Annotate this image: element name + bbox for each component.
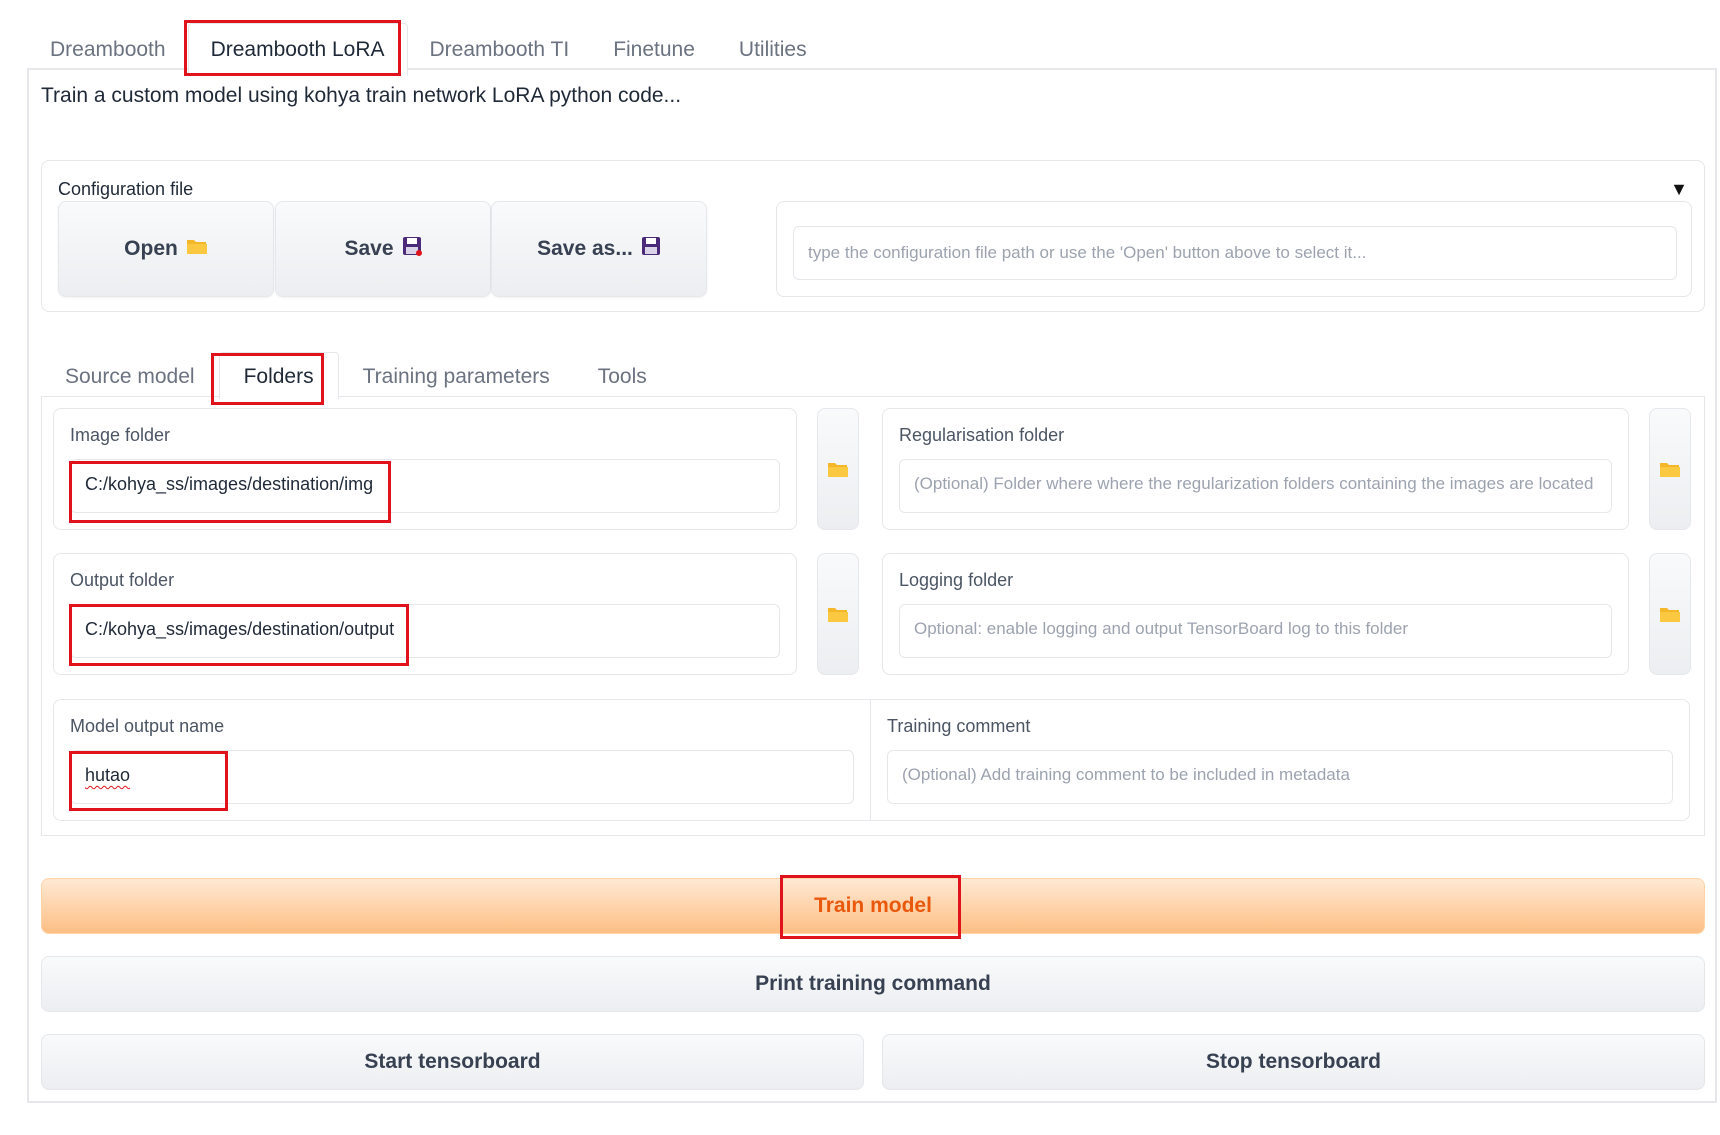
config-path-field: type the configuration file path or use … (776, 201, 1692, 297)
output-folder-field: Output folder C:/kohya_ss/images/destina… (53, 553, 797, 675)
train-model-button[interactable]: Train model (41, 878, 1705, 934)
save-config-button[interactable]: Save (275, 201, 491, 297)
configuration-file-section: Configuration file ▼ Open Save Save as..… (41, 160, 1705, 312)
save-label: Save (344, 237, 394, 260)
folders-panel: Image folder C:/kohya_ss/images/destinat… (41, 396, 1705, 836)
model-output-name-value: hutao (85, 765, 131, 785)
open-config-button[interactable]: Open (58, 201, 274, 297)
regularisation-folder-label: Regularisation folder (899, 425, 1065, 445)
image-folder-input[interactable]: C:/kohya_ss/images/destination/img (70, 459, 780, 513)
open-label: Open (124, 237, 178, 260)
logging-folder-label: Logging folder (899, 570, 1014, 590)
logging-folder-input[interactable]: Optional: enable logging and output Tens… (899, 604, 1612, 658)
model-output-name-input[interactable]: hutao (70, 750, 854, 804)
image-folder-browse-button[interactable] (817, 408, 859, 530)
folder-icon (186, 237, 208, 261)
dreambooth-lora-panel: Train a custom model using kohya train n… (27, 68, 1717, 1103)
regularisation-folder-input[interactable]: (Optional) Folder where where the regula… (899, 459, 1612, 513)
tab-folders[interactable]: Folders (218, 352, 339, 399)
output-folder-input[interactable]: C:/kohya_ss/images/destination/output (70, 604, 780, 658)
collapse-triangle-icon[interactable]: ▼ (1670, 179, 1688, 200)
folder-icon (828, 463, 848, 477)
regularisation-folder-field: Regularisation folder (Optional) Folder … (882, 408, 1629, 530)
tab-tools[interactable]: Tools (574, 365, 671, 399)
folder-icon (828, 608, 848, 622)
save-as-config-button[interactable]: Save as... (491, 201, 707, 297)
tab-dreambooth-lora[interactable]: Dreambooth LoRA (187, 23, 408, 76)
floppy-disk-icon (402, 236, 422, 262)
configuration-file-label: Configuration file (58, 179, 194, 199)
folder-icon (1660, 608, 1680, 622)
panel-description: Train a custom model using kohya train n… (41, 84, 682, 107)
sub-tab-bar: Source model Folders Training parameters… (41, 345, 671, 399)
tab-training-parameters[interactable]: Training parameters (339, 365, 574, 399)
model-output-name-label: Model output name (70, 716, 225, 736)
training-comment-field: Training comment (Optional) Add training… (870, 699, 1690, 821)
folder-icon (1660, 463, 1680, 477)
image-folder-field: Image folder C:/kohya_ss/images/destinat… (53, 408, 797, 530)
print-training-command-button[interactable]: Print training command (41, 956, 1705, 1012)
save-as-label: Save as... (537, 237, 633, 260)
tab-source-model[interactable]: Source model (41, 365, 219, 399)
config-path-input[interactable]: type the configuration file path or use … (793, 226, 1677, 280)
start-tensorboard-button[interactable]: Start tensorboard (41, 1034, 864, 1090)
stop-tensorboard-button[interactable]: Stop tensorboard (882, 1034, 1705, 1090)
image-folder-label: Image folder (70, 425, 171, 445)
logging-folder-field: Logging folder Optional: enable logging … (882, 553, 1629, 675)
floppy-disk-icon (641, 236, 661, 262)
output-folder-label: Output folder (70, 570, 175, 590)
logging-folder-browse-button[interactable] (1649, 553, 1691, 675)
output-folder-browse-button[interactable] (817, 553, 859, 675)
training-comment-input[interactable]: (Optional) Add training comment to be in… (887, 750, 1673, 804)
regularisation-folder-browse-button[interactable] (1649, 408, 1691, 530)
model-output-name-field: Model output name hutao (53, 699, 871, 821)
training-comment-label: Training comment (887, 716, 1031, 736)
